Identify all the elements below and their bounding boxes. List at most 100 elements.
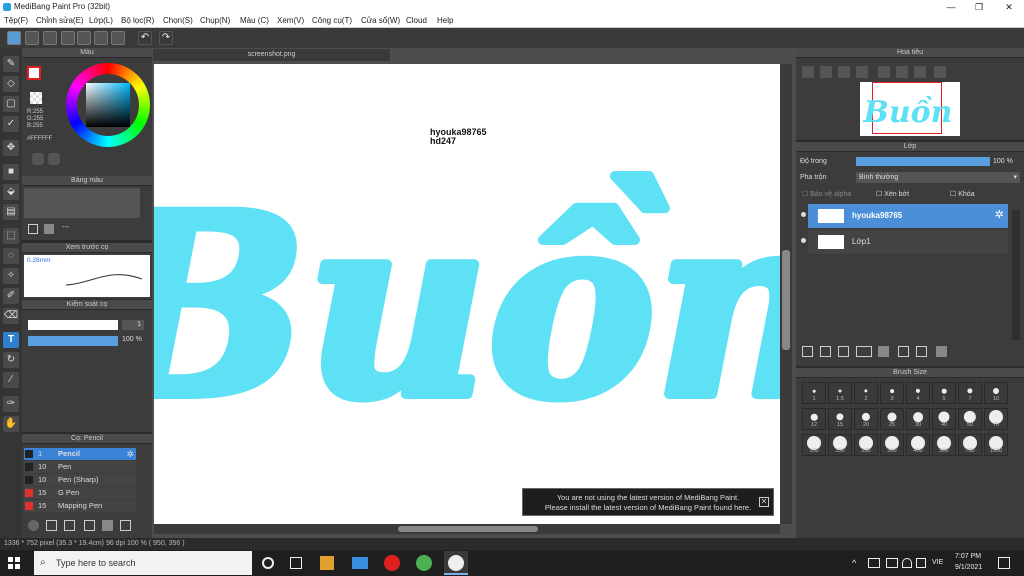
gear-icon[interactable]: ✲ [126, 448, 134, 460]
brush-size-option[interactable]: 30 [906, 408, 930, 430]
operation-tool-icon[interactable]: ↻ [3, 352, 19, 368]
brush-folder-icon[interactable] [102, 520, 113, 531]
transparent-color-swatch[interactable] [30, 92, 42, 104]
brush-size-option[interactable]: 12 [802, 408, 826, 430]
brush-size-option[interactable]: 100 [802, 434, 826, 456]
clock-date[interactable]: 9/1/2021 [955, 564, 982, 571]
brush-size-option[interactable]: 1 [802, 382, 826, 404]
undo-icon[interactable]: ↶ [138, 31, 152, 45]
drawing-canvas[interactable]: hyouka98765 hd247 Buồn [154, 64, 780, 524]
clipping-checkbox[interactable]: ☐ Xén bớt [876, 190, 909, 198]
horizontal-scroll-thumb[interactable] [398, 526, 538, 532]
brush-size-option[interactable]: 2 [854, 382, 878, 404]
brush-size-option[interactable]: 500 [932, 434, 956, 456]
brush-size-option[interactable]: 20 [854, 408, 878, 430]
copy-brush-icon[interactable] [46, 520, 57, 531]
brush-item-mapping-pen[interactable]: 15 Mapping Pen [24, 500, 136, 512]
layer-row-layer1[interactable]: Lớp1 [808, 230, 1008, 254]
zoom-in-icon[interactable] [802, 66, 814, 78]
saturation-value-box[interactable] [86, 83, 130, 127]
panel-icon[interactable] [77, 31, 91, 45]
menu-layer[interactable]: Lớp(L) [89, 16, 113, 25]
brush-size-option[interactable]: 300 [880, 434, 904, 456]
list-icon[interactable] [94, 31, 108, 45]
color-settings-icon[interactable] [32, 153, 44, 165]
select-eraser-icon[interactable]: ⌫ [3, 308, 19, 324]
volume-icon[interactable] [916, 558, 926, 568]
brush-size-option[interactable]: 700 [958, 434, 982, 456]
fit-icon[interactable] [838, 66, 850, 78]
brush-item-pencil[interactable]: 1 Pencil ✲ [24, 448, 136, 460]
rotate-left-icon[interactable] [878, 66, 890, 78]
close-button[interactable]: ✕ [994, 0, 1024, 14]
brush-settings-icon[interactable] [84, 520, 95, 531]
brush-size-option[interactable]: 10 [984, 382, 1008, 404]
menu-window[interactable]: Cửa sổ(W) [361, 16, 400, 25]
comment-icon[interactable] [43, 31, 57, 45]
brush-size-option[interactable]: 15 [828, 408, 852, 430]
menu-filter[interactable]: Bộ lọc(R) [121, 16, 154, 25]
menu-file[interactable]: Tệp(F) [4, 16, 28, 25]
pen-tool-icon[interactable]: ✑ [3, 396, 19, 412]
alpha-protect-checkbox[interactable]: ☐ Bảo vệ alpha [802, 190, 851, 198]
lasso-tool-icon[interactable]: ◌ [3, 248, 19, 264]
vertical-scroll-thumb[interactable] [782, 250, 790, 350]
cortana-icon[interactable] [262, 557, 274, 569]
menu-color[interactable]: Màu (C) [240, 16, 269, 25]
new-8bit-layer-icon[interactable] [838, 346, 849, 357]
medibang-taskbar-button[interactable] [444, 551, 468, 575]
update-notice[interactable]: You are not using the latest version of … [522, 488, 774, 516]
rotate-right-icon[interactable] [914, 66, 926, 78]
navigator-thumbnail[interactable]: Buồn [860, 82, 960, 136]
windows-start-icon[interactable] [8, 557, 20, 569]
store-icon[interactable] [320, 556, 334, 570]
mail-icon[interactable] [352, 557, 368, 569]
gradient-tool-icon[interactable]: ▤ [3, 204, 19, 220]
menu-select[interactable]: Chọn(S) [163, 16, 193, 25]
cloud-icon[interactable] [7, 31, 21, 45]
clock-time[interactable]: 7:07 PM [955, 553, 981, 560]
delete-layer-icon[interactable] [936, 346, 947, 357]
menu-tools[interactable]: Công cụ(T) [312, 16, 352, 25]
brush-size-option[interactable]: 25 [880, 408, 904, 430]
layer-menu-icon[interactable] [856, 346, 872, 357]
folder-icon[interactable] [878, 346, 889, 357]
add-brush-icon[interactable] [28, 520, 39, 531]
brush-size-option[interactable]: 200 [854, 434, 878, 456]
brush-size-option[interactable]: 1.5 [828, 382, 852, 404]
minimize-button[interactable]: — [936, 0, 966, 14]
move-tool-icon[interactable]: ✥ [3, 140, 19, 156]
export-icon[interactable] [25, 31, 39, 45]
taskbar-search-box[interactable]: ⌕ Type here to search [34, 551, 252, 575]
brush-size-option[interactable]: 4 [906, 382, 930, 404]
hand-tool-icon[interactable]: ✋ [3, 416, 19, 432]
notification-icon[interactable] [998, 557, 1010, 569]
menu-edit[interactable]: Chỉnh sửa(E) [36, 16, 84, 25]
menu-view[interactable]: Xem(V) [277, 16, 304, 25]
maximize-button[interactable]: ❐ [964, 0, 994, 14]
people-icon[interactable] [868, 558, 880, 568]
flip-icon[interactable] [934, 66, 946, 78]
brush-size-option[interactable]: 5 [932, 382, 956, 404]
document-tab[interactable]: screenshot.png [153, 49, 390, 61]
rectangle-tool-icon[interactable]: ▢ [3, 96, 19, 112]
brush-size-option[interactable]: 150 [828, 434, 852, 456]
chrome-icon[interactable] [416, 555, 432, 571]
text-tool-icon[interactable]: T [3, 332, 19, 348]
bucket-tool-icon[interactable]: ⬙ [3, 184, 19, 200]
brush-size-value[interactable]: 1 [122, 320, 144, 330]
color-picker-icon[interactable] [48, 153, 60, 165]
merge-layer-icon[interactable] [916, 346, 927, 357]
layer-opacity-slider[interactable] [856, 157, 990, 166]
foreground-color-swatch[interactable] [27, 66, 41, 80]
fill-rect-tool-icon[interactable]: ■ [3, 164, 19, 180]
chat-icon[interactable] [61, 31, 75, 45]
magic-wand-icon[interactable]: ✧ [3, 268, 19, 284]
brush-item-pen-sharp[interactable]: 10 Pen (Sharp) [24, 474, 136, 486]
duplicate-layer-icon[interactable] [898, 346, 909, 357]
check-tool-icon[interactable]: ✓ [3, 116, 19, 132]
layer-row-hyouka[interactable]: hyouka98765 ✲ [808, 204, 1008, 228]
blend-mode-select[interactable]: Bình thường ▾ [856, 172, 1020, 183]
eyedropper-tool-icon[interactable]: ⁄ [3, 372, 19, 388]
brush-tool-icon[interactable]: ✎ [3, 56, 19, 72]
